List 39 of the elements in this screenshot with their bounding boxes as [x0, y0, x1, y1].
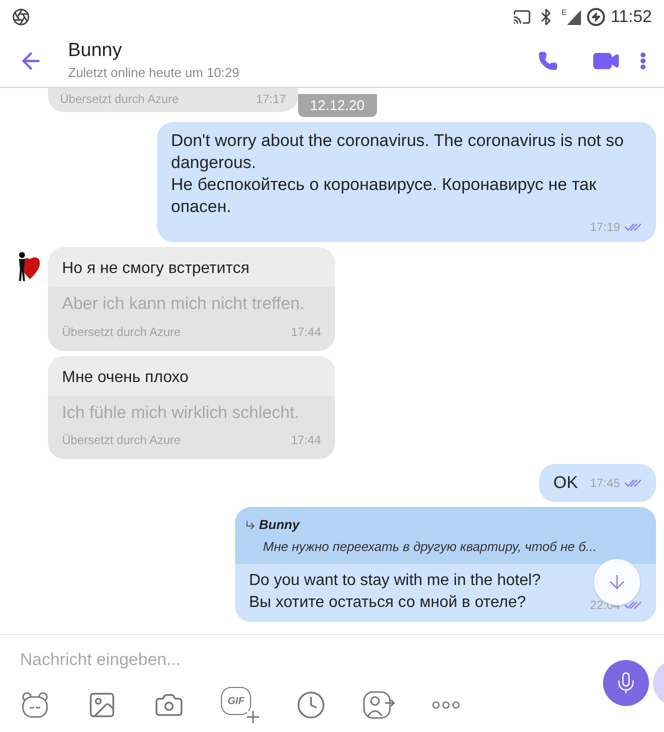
contact-name: Bunny	[68, 38, 123, 63]
message-text: Do you want to stay with me in the hotel? Вы хотите остаться со мной в отеле?	[249, 571, 541, 613]
camera-shutter-icon	[12, 8, 30, 26]
message-time: 17:44	[290, 324, 321, 340]
message-time: 17:17	[256, 91, 286, 108]
menu-icon	[640, 52, 646, 70]
cast-icon	[513, 8, 532, 26]
translation-credit: Übersetzt durch Azure	[62, 324, 181, 340]
more-button[interactable]	[432, 701, 460, 709]
date-chip: 12.12.20	[298, 94, 376, 117]
gallery-button[interactable]	[87, 690, 117, 720]
message-field[interactable]: Nachricht eingeben...	[20, 647, 580, 672]
signal-icon	[566, 9, 581, 25]
message-text: Don't worry about the coronavirus. The coronavirus is not so dangerous. Не беспокойтесь о коронавирусе. Коронавирус не так опасен.	[171, 130, 625, 218]
message-time: 17:19	[590, 219, 620, 236]
phone-icon	[538, 50, 558, 70]
message-time: 17:44	[290, 432, 321, 449]
voice-message-button[interactable]	[603, 660, 649, 706]
message-time: 17:45	[590, 475, 620, 492]
reply-arrow-icon	[245, 520, 255, 530]
message-text: Но я не смогу встретится	[61, 259, 250, 279]
translation-credit: Übersetzt durch Azure	[60, 91, 179, 108]
call-button[interactable]	[538, 50, 558, 70]
reply-text: Мне нужно переехать в другую квартиру, чтоб не б...	[262, 538, 598, 556]
menu-button[interactable]	[640, 52, 646, 70]
share-contact-button[interactable]	[363, 690, 395, 720]
timer-button[interactable]	[296, 690, 326, 720]
last-seen: Zuletzt online heute um 10:29	[68, 64, 240, 82]
message-text: Мне очень плохо	[61, 368, 190, 388]
reply-author: Bunny	[259, 516, 300, 534]
battery-saver-icon	[586, 8, 605, 26]
translation-credit: Übersetzt durch Azure	[62, 432, 181, 449]
translation-text: Ich fühle mich wirklich schlecht.	[62, 402, 300, 424]
clock: 11:52	[610, 6, 652, 28]
translation-text: Aber ich kann mich nicht treffen.	[62, 293, 306, 315]
message-time: 22:04	[590, 597, 620, 614]
message-text: OK	[553, 472, 578, 494]
network-type: E	[561, 9, 567, 17]
sticker-button[interactable]	[20, 690, 50, 720]
